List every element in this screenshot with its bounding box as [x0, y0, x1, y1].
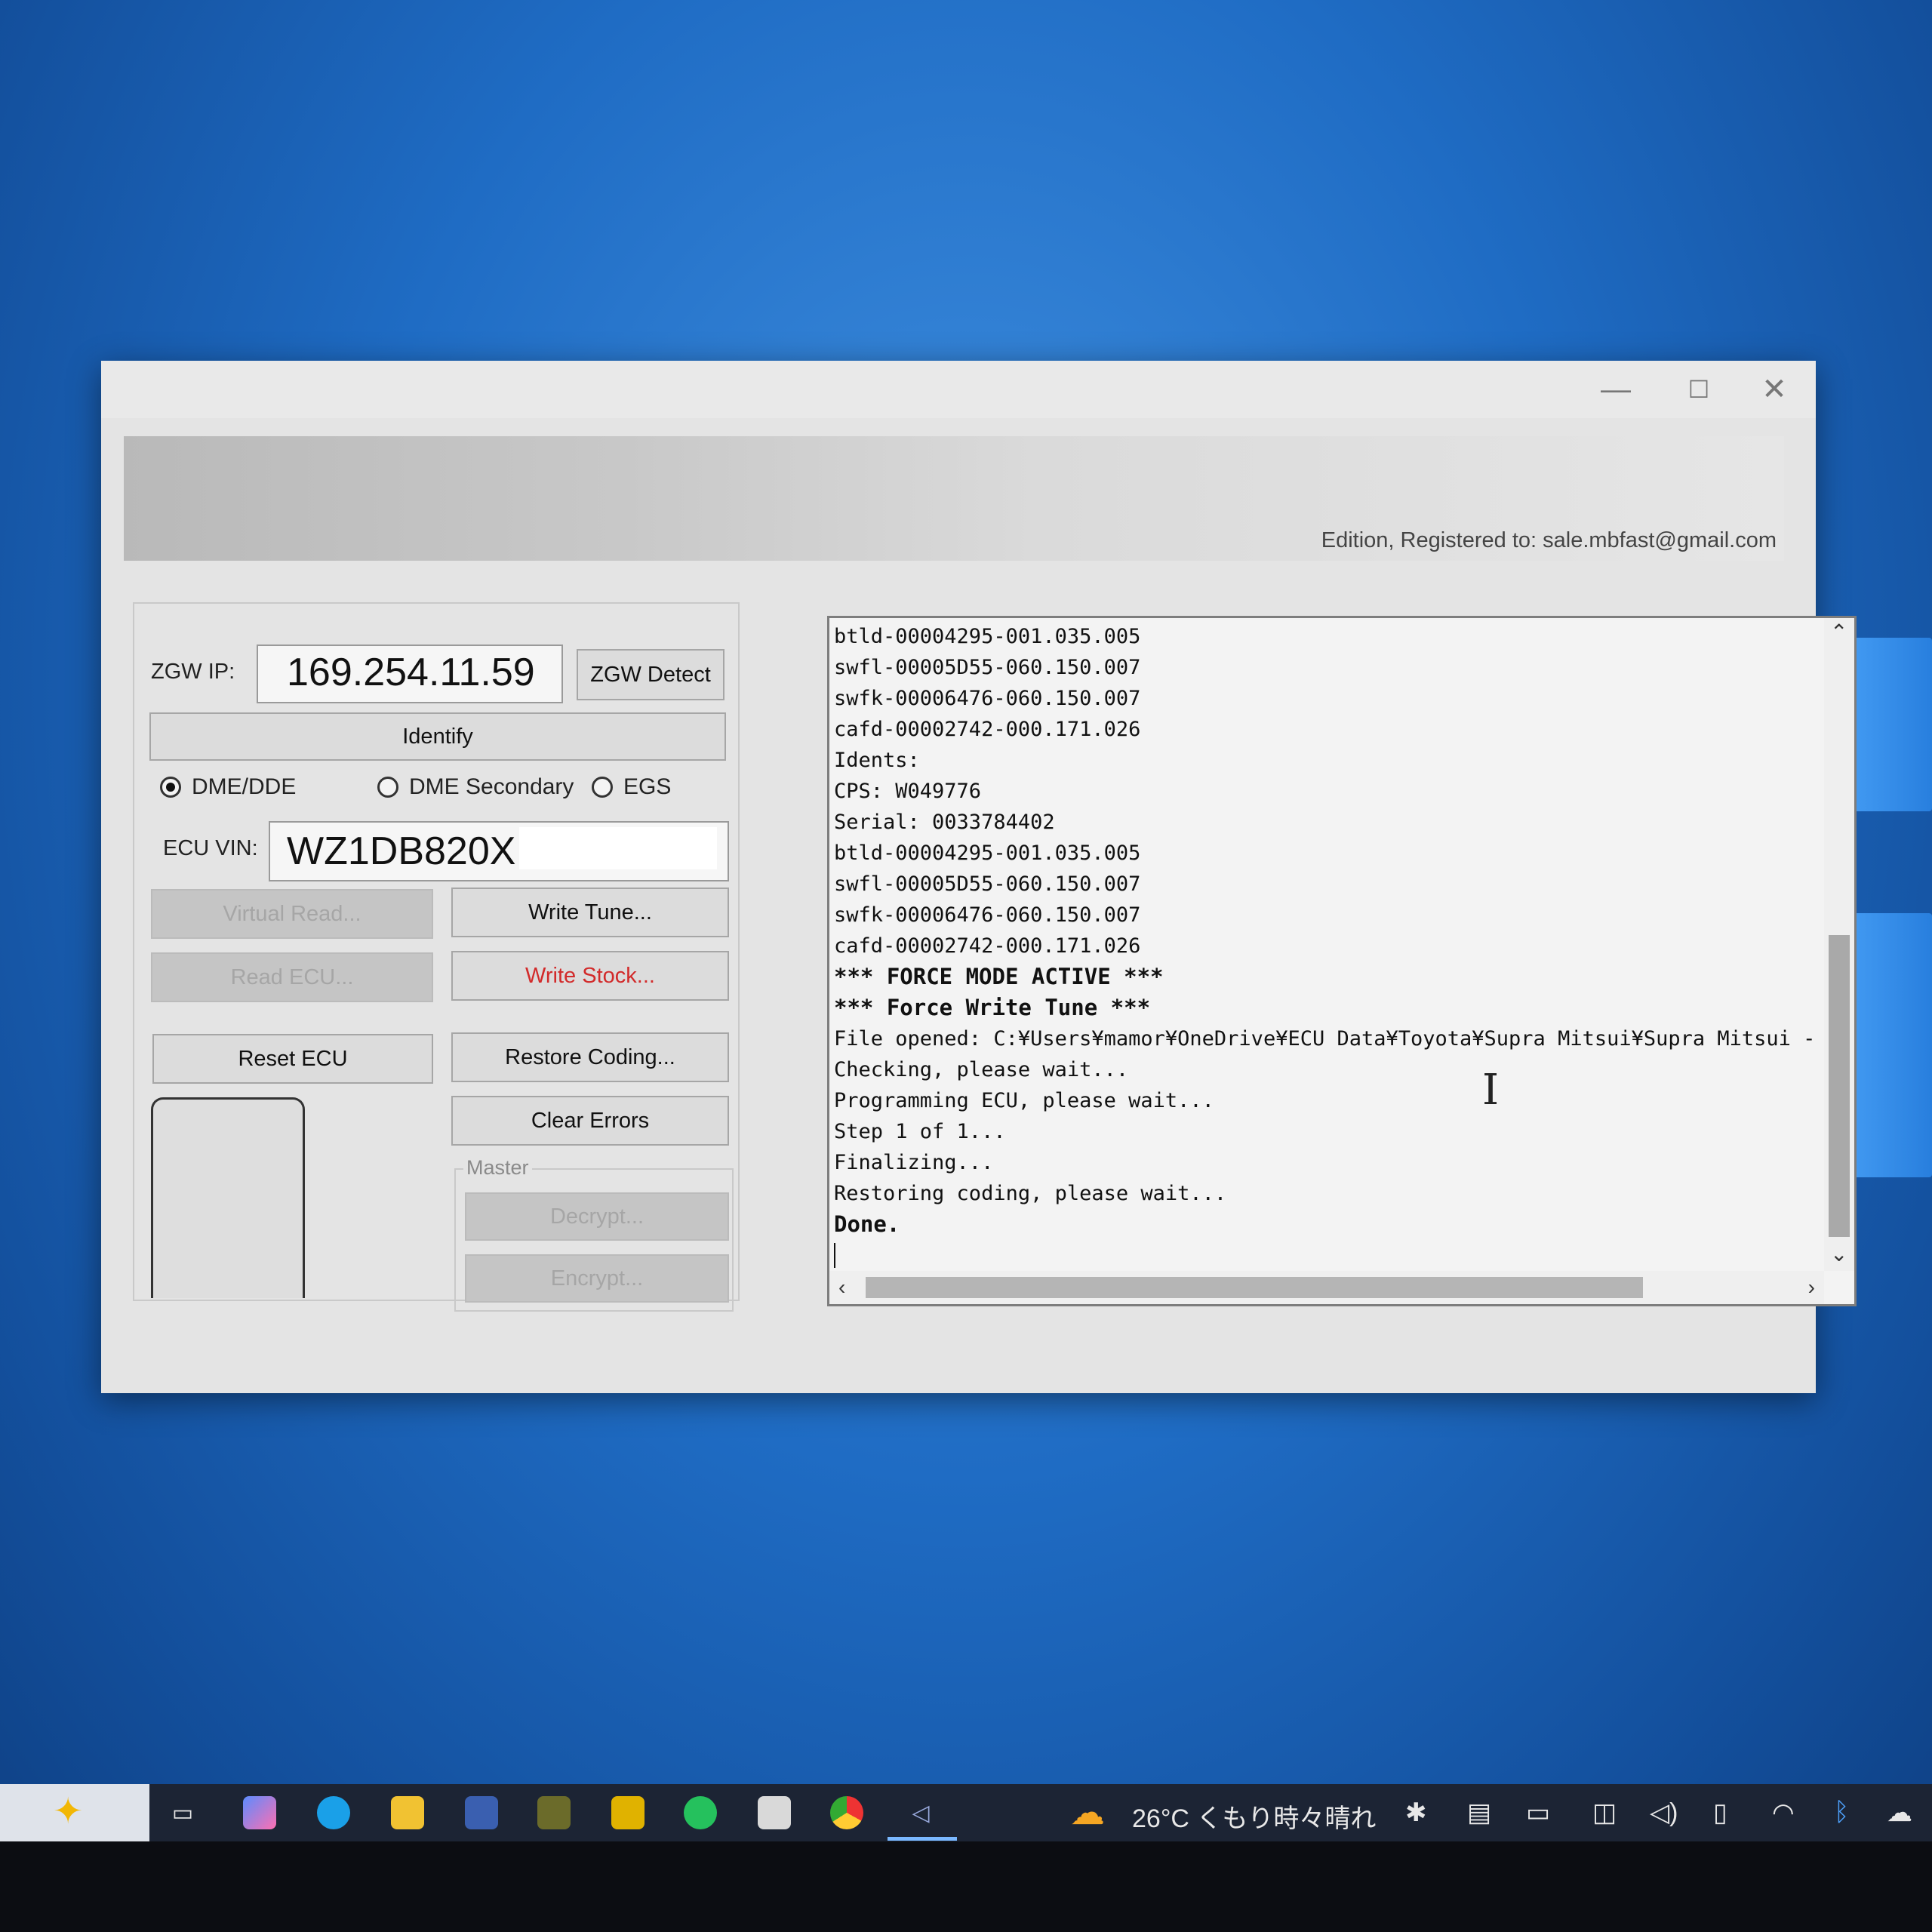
- radio-dme-secondary-circle: [377, 777, 398, 798]
- screen-bezel: [0, 1841, 1932, 1932]
- log-line: Restoring coding, please wait...: [834, 1182, 1227, 1205]
- usb-icon[interactable]: ▯: [1713, 1798, 1727, 1828]
- onedrive-icon[interactable]: ☁: [1887, 1798, 1912, 1828]
- encrypt-button[interactable]: Encrypt...: [465, 1254, 729, 1303]
- app-icon-2[interactable]: [611, 1796, 645, 1829]
- horizontal-scrollbar[interactable]: ‹ ›: [829, 1271, 1824, 1304]
- network-device-icon[interactable]: ◫: [1592, 1798, 1617, 1828]
- chat-icon[interactable]: ▤: [1467, 1798, 1491, 1828]
- text-cursor-icon: I: [1482, 1066, 1500, 1115]
- radio-dme-dde-circle: [160, 777, 181, 798]
- title-bar[interactable]: — ☐ ✕: [101, 361, 1816, 418]
- weather-icon: ☁: [1070, 1792, 1105, 1832]
- close-button[interactable]: ✕: [1740, 368, 1808, 411]
- log-line: Finalizing...: [834, 1151, 994, 1174]
- log-lines: btld-00004295-001.035.005 swfl-00005D55-0…: [834, 621, 1820, 1268]
- copilot-app-icon[interactable]: [243, 1796, 276, 1829]
- radio-dme-dde[interactable]: DME/DDE: [160, 774, 296, 800]
- windows-logo-fragment-top: [1849, 638, 1932, 811]
- log-line: File opened: C:¥Users¥mamor¥OneDrive¥ECU…: [834, 1027, 1820, 1051]
- file-explorer-icon[interactable]: [391, 1796, 424, 1829]
- write-tune-button[interactable]: Write Tune...: [451, 888, 729, 937]
- weather-text[interactable]: 26°C くもり時々晴れ: [1132, 1798, 1376, 1835]
- vin-redaction: [519, 827, 717, 869]
- maximize-icon: ☐: [1687, 376, 1710, 403]
- zgw-detect-button[interactable]: ZGW Detect: [577, 649, 724, 700]
- log-line: swfk-00006476-060.150.007: [834, 903, 1141, 927]
- ecu-vin-value: WZ1DB820X: [287, 829, 516, 873]
- battery-icon[interactable]: ▭: [1526, 1798, 1550, 1828]
- scroll-right-icon[interactable]: ›: [1808, 1275, 1815, 1300]
- reset-ecu-button[interactable]: Reset ECU: [152, 1034, 433, 1084]
- ecu-vin-input[interactable]: WZ1DB820X: [269, 821, 729, 881]
- zgw-ip-input[interactable]: 169.254.11.59: [257, 645, 563, 703]
- vertical-scroll-thumb[interactable]: [1829, 935, 1850, 1237]
- log-caret: [834, 1243, 835, 1268]
- task-view-icon[interactable]: ▭: [166, 1796, 199, 1829]
- copilot-tray-icon[interactable]: ✱: [1405, 1798, 1427, 1828]
- log-line: Checking, please wait...: [834, 1058, 1129, 1081]
- log-line: btld-00004295-001.035.005: [834, 841, 1141, 865]
- log-line: *** Force Write Tune ***: [834, 995, 1151, 1020]
- horizontal-scroll-thumb[interactable]: [866, 1277, 1643, 1298]
- app-icon-1[interactable]: [537, 1796, 571, 1829]
- image-placeholder-box: [151, 1097, 305, 1298]
- header-banner: Edition, Registered to: sale.mbfast@gmai…: [124, 436, 1784, 561]
- clear-errors-button[interactable]: Clear Errors: [451, 1096, 729, 1146]
- ecu-vin-label: ECU VIN:: [163, 836, 258, 860]
- active-app-indicator: [888, 1837, 957, 1841]
- maximize-button[interactable]: ☐: [1665, 368, 1733, 411]
- sparkle-icon: ✦: [53, 1792, 84, 1832]
- log-line: cafd-00002742-000.171.026: [834, 934, 1141, 958]
- edge-icon[interactable]: [317, 1796, 350, 1829]
- identify-button[interactable]: Identify: [149, 712, 726, 761]
- read-ecu-button[interactable]: Read ECU...: [151, 952, 433, 1002]
- whatsapp-icon[interactable]: [684, 1796, 717, 1829]
- log-output[interactable]: btld-00004295-001.035.005 swfl-00005D55-0…: [827, 616, 1857, 1306]
- log-line: Idents:: [834, 749, 920, 772]
- log-line: *** FORCE MODE ACTIVE ***: [834, 964, 1164, 989]
- close-icon: ✕: [1761, 373, 1787, 406]
- wifi-icon[interactable]: ◠: [1772, 1798, 1795, 1828]
- radio-dme-secondary-label: DME Secondary: [409, 774, 574, 799]
- minimize-button[interactable]: —: [1582, 368, 1650, 411]
- radio-dme-secondary[interactable]: DME Secondary: [377, 774, 574, 800]
- log-line: Done.: [834, 1211, 900, 1237]
- radio-egs[interactable]: EGS: [592, 774, 671, 800]
- chrome-icon[interactable]: [830, 1796, 863, 1829]
- log-line: swfl-00005D55-060.150.007: [834, 656, 1141, 679]
- taskbar: ✦ ▭ ◁ ☁ 26°C くもり時々晴れ ✱ ▤ ▭ ◫ ◁) ▯ ◠ ᛒ ☁: [0, 1784, 1932, 1841]
- radio-dme-dde-label: DME/DDE: [192, 774, 297, 799]
- scroll-left-icon[interactable]: ‹: [838, 1275, 845, 1300]
- log-line: swfk-00006476-060.150.007: [834, 687, 1141, 710]
- log-line: Step 1 of 1...: [834, 1120, 1006, 1143]
- minimize-icon: —: [1601, 372, 1631, 406]
- store-icon[interactable]: [465, 1796, 498, 1829]
- log-line: CPS: W049776: [834, 780, 982, 803]
- log-line: Programming ECU, please wait...: [834, 1089, 1214, 1112]
- decrypt-button[interactable]: Decrypt...: [465, 1192, 729, 1241]
- log-line: btld-00004295-001.035.005: [834, 625, 1141, 648]
- write-stock-button[interactable]: Write Stock...: [451, 951, 729, 1001]
- zgw-ip-label: ZGW IP:: [151, 660, 235, 684]
- scroll-up-icon[interactable]: ⌃: [1830, 620, 1847, 645]
- radio-egs-label: EGS: [623, 774, 672, 799]
- volume-icon[interactable]: ◁): [1650, 1798, 1678, 1828]
- registration-text: Edition, Registered to: sale.mbfast@gmai…: [1321, 528, 1777, 552]
- copilot-button[interactable]: ✦: [0, 1784, 149, 1841]
- app-window: — ☐ ✕ Edition, Registered to: sale.mbfas…: [101, 361, 1857, 1393]
- scroll-down-icon[interactable]: ⌄: [1830, 1241, 1847, 1266]
- log-line: Serial: 0033784402: [834, 811, 1055, 834]
- vertical-scrollbar[interactable]: ⌃ ⌄: [1824, 618, 1854, 1271]
- restore-coding-button[interactable]: Restore Coding...: [451, 1032, 729, 1082]
- windows-logo-fragment-bottom: [1849, 913, 1932, 1177]
- master-group-label: Master: [463, 1156, 532, 1180]
- active-app-icon[interactable]: ◁: [904, 1796, 937, 1829]
- log-line: cafd-00002742-000.171.026: [834, 718, 1141, 741]
- radio-egs-circle: [592, 777, 613, 798]
- log-line: swfl-00005D55-060.150.007: [834, 872, 1141, 896]
- bluetooth-icon[interactable]: ᛒ: [1834, 1798, 1849, 1827]
- virtual-read-button[interactable]: Virtual Read...: [151, 889, 433, 939]
- app-icon-3[interactable]: [758, 1796, 791, 1829]
